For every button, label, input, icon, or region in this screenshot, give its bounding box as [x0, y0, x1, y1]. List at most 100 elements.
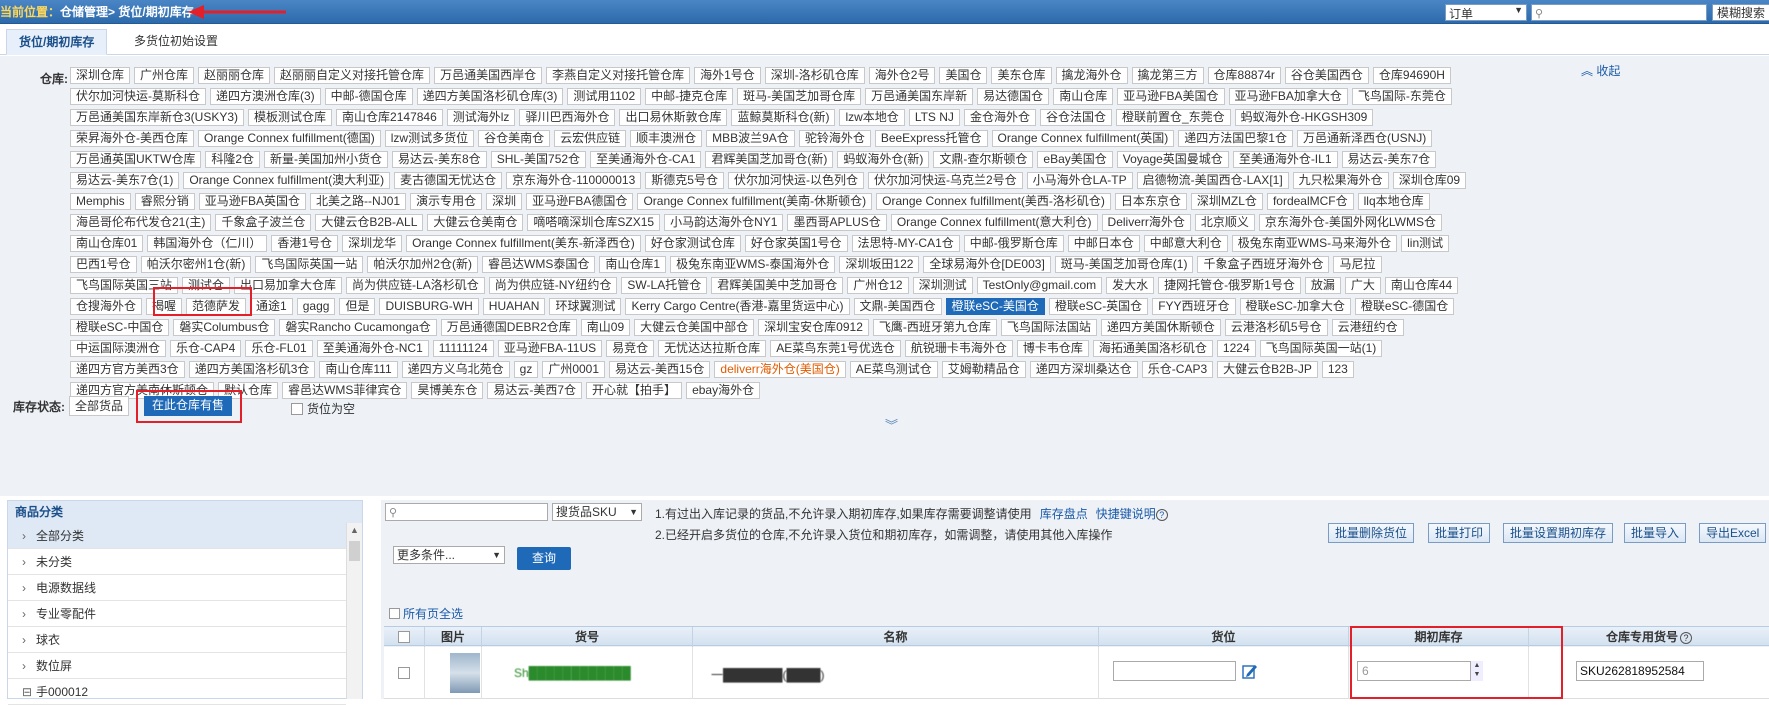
warehouse-tag[interactable]: 磐实Columbus仓	[173, 319, 276, 336]
warehouse-tag[interactable]: eBay美国仓	[1037, 151, 1113, 168]
warehouse-tag[interactable]: 艾姆勒精品仓	[941, 361, 1026, 378]
warehouse-tag[interactable]: 君辉美国美中芝加哥仓	[711, 277, 844, 294]
batch-print-button[interactable]: 批量打印	[1428, 523, 1491, 543]
warehouse-tag[interactable]: 递四方美国洛杉矶仓库(3)	[416, 88, 564, 105]
warehouse-tag[interactable]: lzw本地仓	[839, 109, 905, 126]
warehouse-tag[interactable]: 至美通海外仓-CA1	[590, 151, 702, 168]
warehouse-tag[interactable]: 睿熙分销	[134, 193, 195, 210]
warehouse-tag[interactable]: 橙联eSC-英国仓	[1048, 298, 1149, 315]
category-item[interactable]: ⊟ 手000012	[8, 679, 346, 705]
warehouse-tag[interactable]: 中邮日本仓	[1067, 235, 1140, 252]
warehouse-tag[interactable]: 赵丽丽仓库	[198, 67, 271, 84]
warehouse-tag[interactable]: 递四方美国洛杉矶3仓	[188, 361, 316, 378]
warehouse-tag[interactable]: lzw测试多货位	[384, 130, 475, 147]
header-checkbox[interactable]	[398, 631, 410, 643]
warehouse-tag[interactable]: 通途1	[250, 298, 293, 315]
warehouse-tag[interactable]: deliverr海外仓(美国仓)	[714, 361, 846, 378]
warehouse-tag[interactable]: 广州仓库	[134, 67, 195, 84]
warehouse-tag[interactable]: 飞鸟国际英国一站	[255, 256, 364, 273]
search-type-select[interactable]: 订单 ▼	[1445, 4, 1527, 21]
warehouse-tag[interactable]: 深圳MZL仓	[1190, 193, 1263, 210]
warehouse-tag[interactable]: Kerry Cargo Centre(香港-嘉里货运中心)	[625, 298, 850, 315]
batch-import-button[interactable]: 批量导入	[1624, 523, 1687, 543]
warehouse-tag[interactable]: 发大水	[1106, 277, 1155, 294]
warehouse-tag[interactable]: Voyage英国曼城仓	[1116, 151, 1229, 168]
warehouse-tag[interactable]: 美东仓库	[991, 67, 1052, 84]
warehouse-tag[interactable]: 大健云仓美南仓	[427, 214, 524, 231]
chevron-right-icon[interactable]: ›	[22, 627, 26, 653]
warehouse-tag[interactable]: 中邮-俄罗斯仓库	[963, 235, 1064, 252]
warehouse-tag[interactable]: 大健云仓B2B-JP	[1217, 361, 1318, 378]
category-item[interactable]: › 数位屏	[8, 653, 346, 679]
warehouse-tag[interactable]: 大健云仓美国中部仓	[634, 319, 755, 336]
category-item[interactable]: › 未分类	[8, 549, 346, 575]
category-item[interactable]: › 电源数据线	[8, 575, 346, 601]
warehouse-tag[interactable]: HUAHAN	[482, 298, 546, 315]
fuzzy-search-button[interactable]: 模糊搜索	[1712, 4, 1769, 21]
chevron-right-icon[interactable]: ›	[22, 523, 26, 549]
warehouse-tag[interactable]: 云港洛杉矶5号仓	[1224, 319, 1328, 336]
warehouse-tag[interactable]: 好仓家英国1号仓	[744, 235, 848, 252]
warehouse-tag[interactable]: 1224	[1216, 340, 1256, 357]
warehouse-tag[interactable]: AE菜鸟测试仓	[849, 361, 938, 378]
warehouse-tag[interactable]: 飞鸟国际英国一站(1)	[1259, 340, 1383, 357]
warehouse-tag[interactable]: ebay海外仓	[686, 382, 761, 399]
category-item[interactable]: › 球衣	[8, 627, 346, 653]
warehouse-tag[interactable]: 亚马逊FBA加拿大仓	[1228, 88, 1348, 105]
warehouse-tag[interactable]: 小马韵达海外仓NY1	[664, 214, 784, 231]
warehouse-tag[interactable]: 尚为供应链-LA洛杉矶仓	[346, 277, 485, 294]
warehouse-tag[interactable]: 云宏供应链	[554, 130, 627, 147]
warehouse-tag[interactable]: 飞鹰-西班牙第九仓库	[872, 319, 997, 336]
warehouse-tag[interactable]: 海拓通美国洛杉矶仓	[1092, 340, 1213, 357]
scroll-up-icon[interactable]: ▲	[350, 525, 359, 535]
warehouse-tag[interactable]: 南山仓库1	[599, 256, 667, 273]
warehouse-tag[interactable]: 南山仓库2147846	[336, 109, 443, 126]
warehouse-tag[interactable]: 万邑通新泽西仓(USNJ)	[1296, 130, 1433, 147]
warehouse-tag[interactable]: 法思特-MY-CA1仓	[851, 235, 960, 252]
warehouse-tag[interactable]: 递四方深圳桑达仓	[1029, 361, 1138, 378]
warehouse-tag[interactable]: MBB波兰9A仓	[706, 130, 795, 147]
tab-location-initial-stock[interactable]: 货位/期初库存	[6, 29, 108, 55]
warehouse-tag[interactable]: 递四方官方美西3仓	[70, 361, 185, 378]
warehouse-tag[interactable]: LTS NJ	[908, 109, 960, 126]
warehouse-tag[interactable]: Memphis	[70, 193, 131, 210]
warehouse-tag[interactable]: fordealMCF仓	[1266, 193, 1354, 210]
warehouse-tag[interactable]: 金仓海外仓	[963, 109, 1036, 126]
warehouse-tag[interactable]: 中邮意大利仓	[1143, 235, 1228, 252]
warehouse-tag[interactable]: 南山仓库	[1053, 88, 1114, 105]
row-sku-link[interactable]: Sh████████████	[514, 666, 631, 680]
warehouse-tag[interactable]: gagg	[296, 298, 336, 315]
warehouse-tag[interactable]: 递四方法国巴黎1仓	[1178, 130, 1293, 147]
warehouse-tag[interactable]: 至美通海外仓-IL1	[1232, 151, 1338, 168]
warehouse-tag[interactable]: 广大	[1344, 277, 1381, 294]
batch-set-initial-stock-button[interactable]: 批量设置期初库存	[1503, 523, 1614, 543]
warehouse-tag[interactable]: 大健云仓B2B-ALL	[315, 214, 424, 231]
warehouse-tag[interactable]: 环球翼测试	[549, 298, 622, 315]
warehouse-tag[interactable]: 捷网托管仓-俄罗斯1号仓	[1158, 277, 1301, 294]
warehouse-tag[interactable]: TestOnly@gmail.com	[976, 277, 1103, 294]
empty-location-option[interactable]: 货位为空	[291, 400, 355, 417]
warehouse-tag[interactable]: 乐仓-CAP4	[170, 340, 242, 357]
warehouse-tag[interactable]: 顺丰澳洲仓	[630, 130, 703, 147]
warehouse-tag[interactable]: 睿邑达WMS菲律宾仓	[282, 382, 408, 399]
warehouse-tag[interactable]: 万邑通德国DEBR2仓库	[440, 319, 577, 336]
warehouse-tag[interactable]: 千象盒子西班牙海外仓	[1197, 256, 1330, 273]
warehouse-tag[interactable]: 蚂蚁海外仓(新)	[837, 151, 930, 168]
warehouse-tag[interactable]: 乐仓-FL01	[245, 340, 313, 357]
chevron-right-icon[interactable]: ›	[22, 549, 26, 575]
warehouse-tag[interactable]: 伏尔加河快运-乌克兰2号仓	[867, 172, 1023, 189]
warehouse-tag[interactable]: 橙联前置仓_东莞仓	[1115, 109, 1231, 126]
row-checkbox[interactable]	[398, 667, 410, 679]
warehouse-tag[interactable]: 谷仓美国西仓	[1284, 67, 1369, 84]
chevron-right-icon[interactable]: ›	[22, 575, 26, 601]
warehouse-tag[interactable]: 仓库88874r	[1207, 67, 1281, 84]
warehouse-tag[interactable]: 蚂蚁海外仓-HKGSH309	[1234, 109, 1374, 126]
warehouse-tag[interactable]: 递四方义乌北苑仓	[401, 361, 510, 378]
warehouse-tag[interactable]: 易达云-美东7仓	[1341, 151, 1437, 168]
warehouse-tag[interactable]: 南山仓库111	[319, 361, 398, 378]
warehouse-tag[interactable]: 启德物流-美国西仓-LAX[1]	[1136, 172, 1289, 189]
export-excel-button[interactable]: 导出Excel	[1699, 523, 1767, 543]
warehouse-tag[interactable]: 广州0001	[542, 361, 606, 378]
warehouse-tag[interactable]: 伏尔加河快运-莫斯科仓	[70, 88, 206, 105]
stock-check-link[interactable]: 库存盘点	[1040, 507, 1088, 521]
